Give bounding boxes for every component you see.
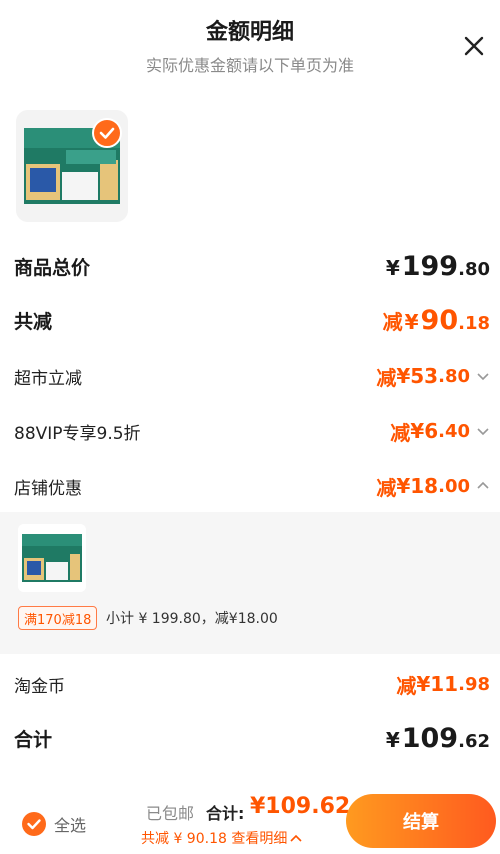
goods-total-label: 商品总价: [14, 256, 91, 279]
sum-value: ¥109.62: [385, 722, 490, 754]
page-subtitle: 实际优惠金额请以下单页为准: [145, 56, 354, 75]
chevron-up-icon: [290, 834, 302, 842]
page-title: 金额明细: [205, 20, 294, 45]
close-icon[interactable]: [462, 34, 486, 58]
vip-discount-value: 减 ¥6.40: [390, 417, 490, 446]
supermarket-discount-value: 减 ¥53.80: [376, 362, 490, 391]
vip-discount-label: 88VIP专享9.5折: [14, 423, 141, 444]
sum-label: 合计: [14, 728, 53, 751]
footer-total-label: 合计:: [206, 804, 245, 823]
taojinbi-label: 淘金币: [14, 676, 65, 697]
goods-total-row: 商品总价 ¥199.80: [14, 246, 490, 286]
select-all-label[interactable]: 全选: [54, 812, 86, 836]
chevron-down-icon[interactable]: [476, 369, 490, 383]
total-reduce-row: 共减 减 ¥90.18: [14, 300, 490, 340]
checkout-button[interactable]: 结算: [346, 794, 496, 848]
supermarket-discount-label: 超市立减: [14, 368, 82, 389]
store-discount-detail: 满170减18 小计 ¥ 199.80，减¥18.00: [0, 512, 500, 654]
chevron-up-icon[interactable]: [476, 479, 490, 493]
total-reduce-label: 共减: [14, 310, 53, 333]
store-discount-row[interactable]: 店铺优惠 减 ¥18.00: [14, 466, 490, 506]
total-reduce-value: 减 ¥90.18: [382, 304, 490, 336]
free-shipping-label: 已包邮: [146, 804, 195, 823]
footer-total-value: ¥109.62: [250, 794, 351, 819]
store-product-thumbnail[interactable]: [18, 524, 86, 592]
header: 金额明细 实际优惠金额请以下单页为准: [0, 0, 500, 90]
selected-check-icon[interactable]: [92, 118, 122, 148]
taojinbi-value: 减 ¥11.98: [396, 672, 490, 698]
taojinbi-row: 淘金币 减 ¥11.98: [14, 664, 490, 704]
vip-discount-row[interactable]: 88VIP专享9.5折 减 ¥6.40: [14, 411, 490, 451]
view-details-link[interactable]: 共减 ¥ 90.18 查看明细: [141, 828, 302, 848]
sum-row: 合计 ¥109.62: [14, 718, 490, 758]
supermarket-discount-row[interactable]: 超市立减 减 ¥53.80: [14, 356, 490, 396]
store-discount-value: 减 ¥18.00: [376, 472, 490, 501]
goods-total-value: ¥199.80: [385, 250, 490, 282]
select-all-checkbox[interactable]: [22, 812, 46, 836]
checkout-bar: 全选 已包邮 合计: ¥109.62 共减 ¥ 90.18 查看明细 结算: [0, 784, 500, 854]
store-subtotal: 小计 ¥ 199.80，减¥18.00: [106, 611, 278, 627]
store-discount-label: 店铺优惠: [14, 478, 82, 499]
promo-tag: 满170减18: [18, 606, 98, 630]
chevron-down-icon[interactable]: [476, 424, 490, 438]
